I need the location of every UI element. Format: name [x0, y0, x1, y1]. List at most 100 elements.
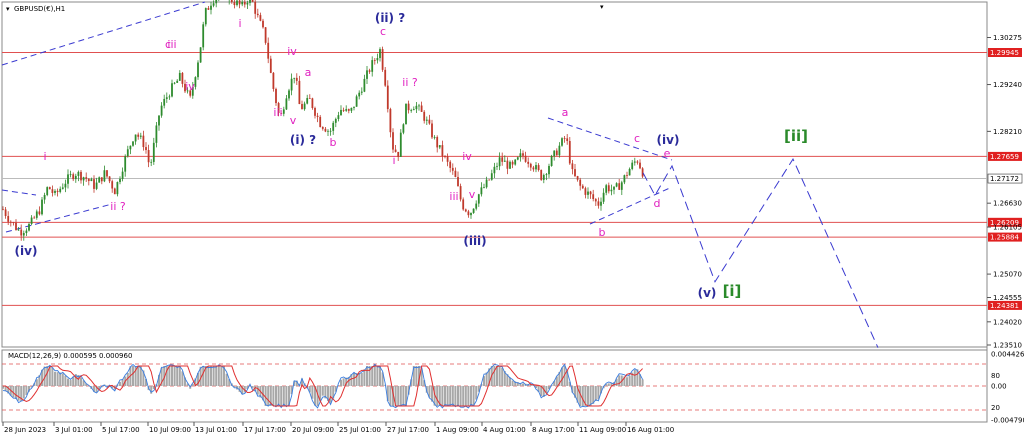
- candle-body: [306, 98, 309, 104]
- candle-body: [558, 145, 561, 156]
- price-tick-label: 1.26105: [993, 224, 1022, 232]
- candle-body: [353, 106, 355, 108]
- candle-body: [51, 189, 54, 193]
- candle-body: [160, 105, 163, 116]
- candle-body: [462, 199, 465, 210]
- time-tick-label: 16 Aug 01:00: [627, 426, 674, 434]
- candle-body: [532, 167, 535, 170]
- candle-body: [347, 109, 350, 111]
- candle-body: [25, 230, 28, 234]
- wave-label-8: v: [290, 114, 297, 127]
- candle-body: [399, 132, 402, 157]
- candle-body: [563, 138, 566, 140]
- candle-body: [171, 83, 173, 97]
- candle-body: [485, 179, 488, 188]
- candle-body: [256, 13, 259, 16]
- candle-body: [607, 185, 610, 192]
- candle-body: [464, 209, 467, 212]
- candle-body: [548, 165, 550, 175]
- wave-label-0: i: [238, 17, 241, 30]
- candle-body: [207, 8, 210, 10]
- candle-body: [613, 186, 615, 190]
- candle-body: [303, 103, 306, 110]
- time-axis: 28 Jun 2023 3 Jul 01:00 5 Jul 17:00 10 Jul …: [2, 422, 674, 434]
- candle-body: [610, 189, 613, 192]
- candle-body: [623, 175, 626, 183]
- candle-body: [334, 118, 337, 123]
- channel-trendline: [5, 203, 113, 233]
- candle-body: [615, 183, 618, 187]
- candle-body: [545, 174, 548, 176]
- candle-body: [22, 233, 25, 236]
- candle-body: [438, 145, 441, 148]
- candle-body: [163, 98, 166, 106]
- candle-body: [594, 199, 597, 202]
- candle-body: [350, 107, 353, 111]
- candle-body: [477, 194, 480, 204]
- candle-body: [288, 90, 290, 99]
- candle-body: [236, 0, 238, 6]
- candle-body: [600, 201, 602, 206]
- wave-label-6: i: [43, 150, 46, 163]
- candle-body: [467, 211, 470, 216]
- wave-label-5: (iv): [15, 244, 38, 258]
- time-tick-label: 27 Jul 17:00: [387, 426, 429, 434]
- candle-body: [12, 222, 15, 224]
- candle-body: [384, 69, 387, 86]
- candle-body: [446, 156, 449, 162]
- wave-label-28: [i]: [723, 282, 742, 300]
- candle-body: [59, 188, 62, 192]
- candle-body: [537, 165, 540, 171]
- candle-body: [496, 166, 498, 168]
- candle-body: [147, 150, 150, 163]
- candle-body: [142, 135, 145, 148]
- trendlines: [1, 1, 673, 233]
- macd-side-label: 80: [991, 372, 1000, 380]
- scroll-marker-icon[interactable]: ▾: [600, 3, 604, 11]
- candle-body: [204, 8, 207, 25]
- candle-body: [230, 0, 233, 3]
- candle-body: [9, 221, 12, 223]
- candle-body: [423, 111, 426, 121]
- wave-label-25: e: [664, 147, 671, 160]
- wave-label-27: (v): [698, 286, 717, 300]
- candle-body: [397, 151, 400, 157]
- candle-body: [178, 72, 181, 81]
- wave-label-13: (ii) ?: [375, 11, 405, 25]
- candle-body: [212, 3, 215, 6]
- candle-body: [498, 157, 501, 167]
- candle-body: [540, 170, 543, 180]
- candle-body: [511, 161, 514, 165]
- candle-body: [38, 211, 41, 215]
- candle-body: [636, 161, 639, 163]
- candle-body: [376, 58, 379, 61]
- candle-body: [168, 96, 171, 98]
- candle-body: [407, 103, 410, 111]
- wave-label-29: [ii]: [784, 127, 808, 145]
- candle-body: [441, 145, 444, 157]
- candle-body: [412, 109, 415, 111]
- candle-body: [371, 60, 374, 72]
- candle-body: [176, 80, 179, 83]
- candle-body: [550, 156, 553, 166]
- candle-body: [293, 77, 296, 79]
- candle-body: [628, 168, 631, 176]
- candle-body: [134, 134, 137, 142]
- candle-body: [126, 149, 129, 157]
- candle-body: [418, 105, 420, 107]
- candle-body: [618, 183, 621, 190]
- price-tick-label: 1.26630: [993, 200, 1022, 208]
- candle-body: [631, 162, 634, 169]
- wave-label-16: i: [392, 154, 395, 167]
- candle-body: [639, 162, 641, 169]
- candle-body: [108, 176, 111, 182]
- macd-title: MACD(12,26,9) 0.000595 0.000960: [8, 352, 132, 360]
- candle-body: [519, 153, 522, 158]
- candle-body: [472, 208, 475, 213]
- candle-body: [329, 130, 332, 132]
- candle-body: [542, 175, 545, 180]
- symbol-dropdown-icon[interactable]: ▾: [6, 5, 10, 13]
- level-price-label: 1.24381: [990, 302, 1019, 310]
- candle-body: [555, 150, 558, 156]
- candle-body: [17, 229, 20, 231]
